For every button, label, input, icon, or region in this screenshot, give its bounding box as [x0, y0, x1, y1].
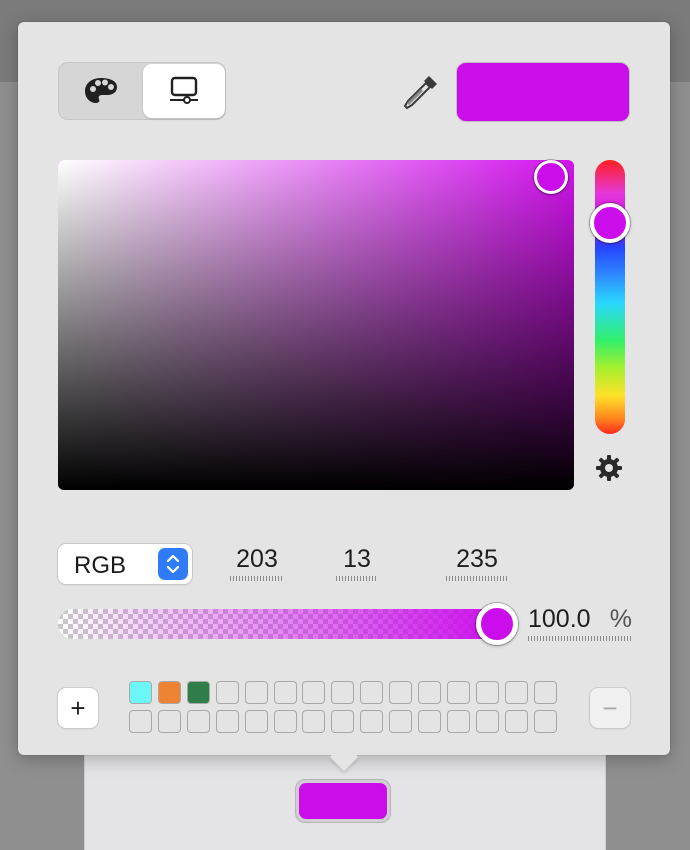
empty-swatch-slot[interactable]: [504, 681, 528, 704]
green-channel-scrubber[interactable]: [336, 576, 378, 581]
empty-swatch-slot[interactable]: [302, 710, 326, 733]
empty-swatch-slot[interactable]: [215, 681, 239, 704]
color-picker-popover: RGB 203 13 235 100.0 % + −: [18, 22, 670, 772]
eyedropper-icon[interactable]: [401, 72, 441, 112]
color-model-label: RGB: [74, 552, 127, 579]
current-color-well[interactable]: [456, 62, 630, 122]
plus-icon: +: [70, 692, 86, 723]
blue-channel-field[interactable]: 235: [446, 544, 508, 581]
saturation-brightness-handle[interactable]: [534, 160, 568, 194]
palette-icon: [85, 78, 117, 103]
empty-swatch-slot[interactable]: [331, 710, 355, 733]
blue-channel-scrubber[interactable]: [446, 576, 508, 581]
empty-swatch-slot[interactable]: [446, 681, 470, 704]
empty-swatch-slot[interactable]: [157, 710, 181, 733]
red-channel-scrubber[interactable]: [230, 576, 284, 581]
empty-swatch-slot[interactable]: [533, 710, 557, 733]
opacity-scrubber[interactable]: [528, 636, 632, 641]
green-channel-value: 13: [343, 545, 371, 573]
chevron-updown-icon: [158, 548, 188, 580]
empty-swatch-slot[interactable]: [302, 681, 326, 704]
empty-swatch-slot[interactable]: [273, 710, 297, 733]
saturation-brightness-square[interactable]: [58, 160, 574, 490]
red-channel-value: 203: [236, 545, 278, 573]
opacity-slider-handle[interactable]: [476, 603, 518, 645]
empty-swatch-slot[interactable]: [360, 681, 384, 704]
remove-swatch-button[interactable]: −: [590, 688, 630, 728]
color-swatch[interactable]: [129, 681, 152, 704]
tab-sliders[interactable]: [143, 64, 225, 118]
color-swatch[interactable]: [157, 681, 181, 704]
opacity-unit: %: [609, 605, 632, 633]
red-channel-field[interactable]: 203: [230, 544, 284, 581]
empty-swatch-slot[interactable]: [446, 710, 470, 733]
source-color-well-fill: [299, 783, 387, 819]
gear-icon[interactable]: [593, 452, 625, 484]
source-color-well[interactable]: [295, 779, 391, 823]
hue-slider-handle[interactable]: [590, 203, 630, 243]
green-channel-field[interactable]: 13: [336, 544, 378, 581]
minus-icon: −: [602, 692, 618, 723]
opacity-value: 100.0: [528, 605, 591, 633]
empty-swatch-slot[interactable]: [389, 681, 413, 704]
empty-swatch-slot[interactable]: [475, 681, 499, 704]
blue-channel-value: 235: [456, 545, 498, 573]
empty-swatch-slot[interactable]: [389, 710, 413, 733]
empty-swatch-slot[interactable]: [418, 710, 441, 733]
empty-swatch-slot[interactable]: [244, 710, 268, 733]
add-swatch-button[interactable]: +: [58, 688, 98, 728]
sliders-monitor-icon: [170, 76, 198, 104]
empty-swatch-slot[interactable]: [186, 710, 210, 733]
empty-swatch-slot[interactable]: [360, 710, 384, 733]
color-swatch[interactable]: [186, 681, 210, 704]
empty-swatch-slot[interactable]: [129, 710, 152, 733]
saved-swatches: [129, 681, 559, 737]
color-model-select[interactable]: RGB: [58, 544, 192, 584]
empty-swatch-slot[interactable]: [533, 681, 557, 704]
tab-palettes[interactable]: [60, 64, 142, 118]
empty-swatch-slot[interactable]: [331, 681, 355, 704]
mode-segmented-control: [58, 62, 226, 120]
empty-swatch-slot[interactable]: [244, 681, 268, 704]
empty-swatch-slot[interactable]: [504, 710, 528, 733]
empty-swatch-slot[interactable]: [273, 681, 297, 704]
opacity-slider[interactable]: [58, 609, 508, 639]
opacity-field[interactable]: 100.0 %: [528, 604, 632, 641]
empty-swatch-slot[interactable]: [475, 710, 499, 733]
empty-swatch-slot[interactable]: [418, 681, 441, 704]
hue-slider[interactable]: [595, 160, 625, 434]
empty-swatch-slot[interactable]: [215, 710, 239, 733]
